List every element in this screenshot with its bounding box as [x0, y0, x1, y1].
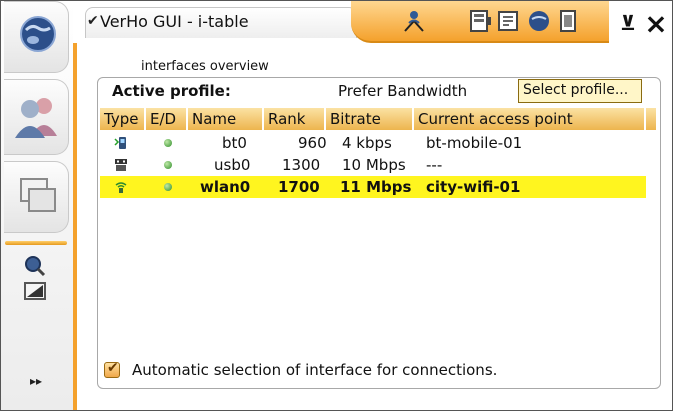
wifi-icon [114, 180, 128, 194]
contacts-button[interactable] [4, 79, 69, 155]
minimize-icon[interactable]: ⊻ [617, 11, 639, 35]
connectivity-icon[interactable] [401, 9, 427, 35]
device-screen: ▸▸ ✔ VerHo GUI - i-table ⊻ × interfaces … [0, 0, 673, 411]
interface-bitrate: 10 Mbps [342, 156, 406, 174]
column-header-type[interactable]: Type [100, 108, 146, 130]
interface-access-point: city-wifi-01 [426, 178, 521, 196]
close-icon[interactable]: × [643, 7, 669, 40]
interface-name: wlan0 [200, 178, 251, 196]
task-separator [5, 241, 67, 245]
menu-check-icon: ✔ [87, 13, 99, 29]
more-apps-button[interactable]: ▸▸ [23, 371, 49, 391]
task-navigator: ▸▸ [1, 1, 74, 410]
app-title-tab[interactable]: ✔ VerHo GUI - i-table [85, 7, 357, 38]
app-content: interfaces overview Active profile: Pref… [73, 43, 672, 410]
image-app-button[interactable] [4, 277, 68, 307]
column-header-access-point[interactable]: Current access point [414, 108, 646, 130]
checkmark-icon: ✔ [107, 360, 119, 376]
interface-rank: 960 [298, 134, 327, 152]
active-profile-value: Prefer Bandwidth [338, 82, 468, 100]
column-header-ed[interactable]: E/D [146, 108, 188, 130]
interface-rank: 1700 [278, 178, 320, 196]
interfaces-panel: Active profile: Prefer Bandwidth Select … [97, 77, 661, 389]
battery-icon[interactable] [469, 9, 493, 33]
table-row-selected[interactable]: wlan0 1700 11 Mbps city-wifi-01 [100, 176, 646, 198]
auto-select-option: ✔ Automatic selection of interface for c… [104, 360, 644, 381]
applications-button[interactable] [4, 161, 69, 233]
search-app-button[interactable] [4, 249, 68, 279]
interface-rank: 1300 [282, 156, 321, 174]
window-controls: ⊻ × [611, 7, 672, 40]
column-header-rank[interactable]: Rank [264, 108, 326, 130]
column-header-name[interactable]: Name [188, 108, 264, 130]
interface-access-point: bt-mobile-01 [426, 134, 523, 152]
interface-bitrate: 4 kbps [342, 134, 392, 152]
status-bar [351, 1, 609, 43]
enabled-indicator-icon[interactable] [164, 161, 172, 169]
select-profile-button[interactable]: Select profile... [518, 79, 642, 103]
window-title: VerHo GUI - i-table [100, 12, 249, 31]
browser-icon [18, 14, 58, 54]
bluetooth-phone-icon [114, 136, 128, 150]
enabled-indicator-icon[interactable] [164, 139, 172, 147]
enabled-indicator-icon[interactable] [164, 183, 172, 191]
active-profile-label: Active profile: [112, 82, 231, 100]
table-row[interactable]: bt0 960 4 kbps bt-mobile-01 [100, 132, 646, 154]
interfaces-table: Type E/D Name Rank Bitrate Current acces… [100, 108, 656, 198]
title-bar: ✔ VerHo GUI - i-table ⊻ × [73, 1, 672, 43]
auto-select-label[interactable]: Automatic selection of interface for con… [132, 361, 497, 379]
applications-icon [18, 176, 58, 216]
table-row[interactable]: usb0 1300 10 Mbps --- [100, 154, 646, 176]
table-header: Type E/D Name Rank Bitrate Current acces… [100, 108, 656, 130]
browser-button[interactable] [4, 1, 69, 73]
interface-access-point: --- [426, 156, 443, 174]
usb-icon [114, 158, 128, 172]
interface-name: bt0 [222, 134, 247, 152]
auto-select-checkbox[interactable]: ✔ [104, 360, 120, 378]
clock-icon[interactable] [497, 9, 521, 33]
display-icon[interactable] [557, 9, 581, 33]
globe-icon[interactable] [527, 9, 551, 33]
contacts-icon [14, 94, 60, 138]
interface-bitrate: 11 Mbps [340, 178, 412, 196]
search-icon [24, 255, 46, 277]
column-header-bitrate[interactable]: Bitrate [326, 108, 414, 130]
interface-name: usb0 [214, 156, 251, 174]
image-icon [24, 281, 46, 301]
panel-caption: interfaces overview [141, 59, 269, 74]
select-profile-label: Select profile... [523, 82, 629, 98]
